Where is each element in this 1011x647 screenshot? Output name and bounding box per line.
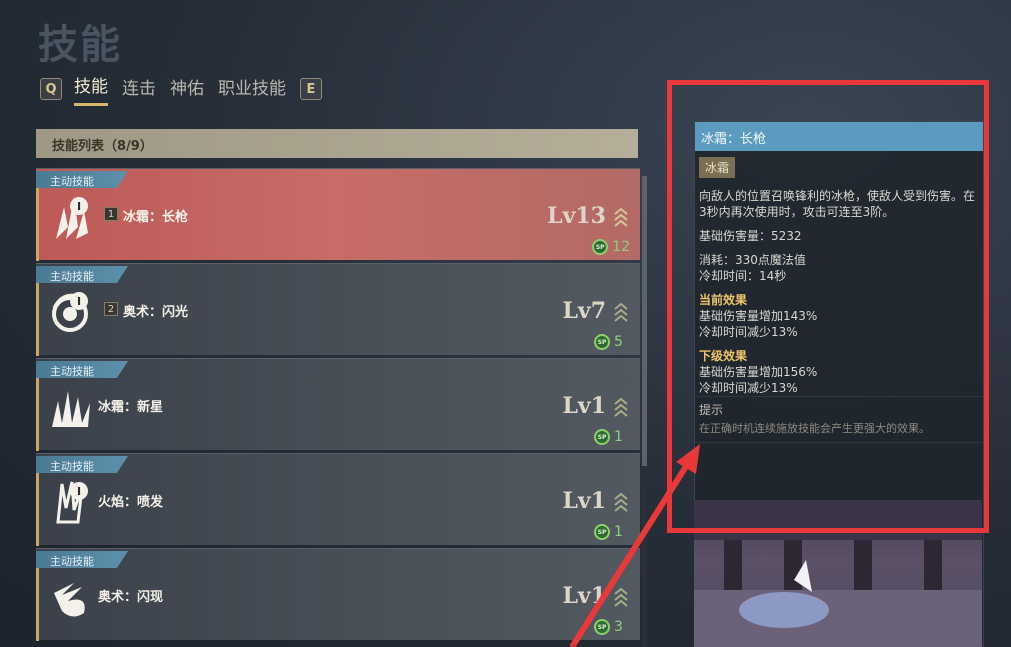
skill-type-tag: 主动技能 [36, 171, 128, 188]
level-up-chevron-icon[interactable] [612, 205, 630, 227]
frost-nova-icon [52, 391, 90, 427]
skill-level: Lv7 [562, 298, 606, 324]
tab-combo[interactable]: 连击 [122, 74, 156, 105]
sp-cost: SP 12 [592, 239, 630, 255]
prev-tab-key[interactable]: Q [40, 78, 62, 100]
skill-type-tag: 主动技能 [36, 361, 128, 378]
skill-tabs: Q 技能 连击 神佑 职业技能 E [40, 72, 322, 106]
skill-type-tag: 主动技能 [36, 456, 128, 473]
skill-level: Lv13 [547, 203, 606, 229]
sp-count: 12 [612, 239, 630, 255]
skill-name: 奥术：闪光 [123, 305, 189, 320]
skill-name: 冰霜：长枪 [123, 210, 189, 225]
skill-row-frost-nova[interactable]: 主动技能 冰霜：新星 Lv1 SP 1 [36, 358, 640, 451]
skill-rank-badge: I [70, 482, 88, 500]
skill-row-ice-spear[interactable]: 主动技能 I 1 冰霜：长枪 Lv13 SP 12 [36, 168, 640, 261]
skill-list-scrollbar[interactable] [642, 176, 647, 647]
skill-row-arcane-flash[interactable]: 主动技能 I 2 奥术：闪光 Lv7 SP 5 [36, 263, 640, 356]
skill-name: 火焰：喷发 [98, 495, 164, 510]
hotkey-slot: 2 [104, 302, 118, 316]
skill-list: 主动技能 I 1 冰霜：长枪 Lv13 SP 12 主动技能 I 2 奥术：闪光… [36, 168, 640, 643]
skill-row-fire-eruption[interactable]: 主动技能 I 火焰：喷发 Lv1 SP 1 [36, 453, 640, 546]
skill-rank-badge: I [70, 197, 88, 215]
sp-icon: SP [594, 334, 610, 350]
skill-name: 冰霜：新星 [98, 400, 164, 415]
tab-skills[interactable]: 技能 [74, 72, 108, 106]
sp-count: 1 [614, 429, 623, 445]
skill-list-header: 技能列表（8/9） [36, 129, 638, 158]
skill-level: Lv1 [562, 393, 606, 419]
skill-level: Lv1 [562, 583, 606, 609]
skill-type-tag: 主动技能 [36, 551, 128, 568]
sp-cost: SP 5 [594, 334, 630, 350]
hotkey-slot: 1 [104, 207, 118, 221]
next-tab-key[interactable]: E [300, 78, 322, 100]
sp-icon: SP [594, 429, 610, 445]
page-title: 技能 [38, 22, 122, 68]
skill-rank-badge: I [70, 292, 88, 310]
sp-count: 5 [614, 334, 623, 350]
sp-count: 3 [614, 619, 623, 635]
skill-name: 奥术：闪现 [98, 590, 164, 605]
skill-row-arcane-blink[interactable]: 主动技能 奥术：闪现 Lv1 SP 3 [36, 548, 640, 641]
sp-icon: SP [592, 239, 609, 255]
sp-icon: SP [594, 619, 610, 635]
level-up-chevron-icon[interactable] [612, 395, 630, 417]
arcane-blink-icon [54, 583, 85, 617]
skill-type-tag: 主动技能 [36, 266, 128, 283]
level-up-chevron-icon[interactable] [612, 300, 630, 322]
highlight-box [667, 80, 989, 533]
sp-icon: SP [594, 524, 610, 540]
sp-cost: SP 1 [594, 524, 630, 540]
sp-count: 1 [614, 524, 623, 540]
level-up-chevron-icon[interactable] [612, 585, 630, 607]
tab-class-skills[interactable]: 职业技能 [218, 74, 286, 105]
level-up-chevron-icon[interactable] [612, 490, 630, 512]
scrollbar-thumb[interactable] [642, 176, 647, 466]
sp-cost: SP 1 [594, 429, 630, 445]
sp-cost: SP 3 [594, 619, 630, 635]
skill-level: Lv1 [562, 488, 606, 514]
tab-blessing[interactable]: 神佑 [170, 74, 204, 105]
